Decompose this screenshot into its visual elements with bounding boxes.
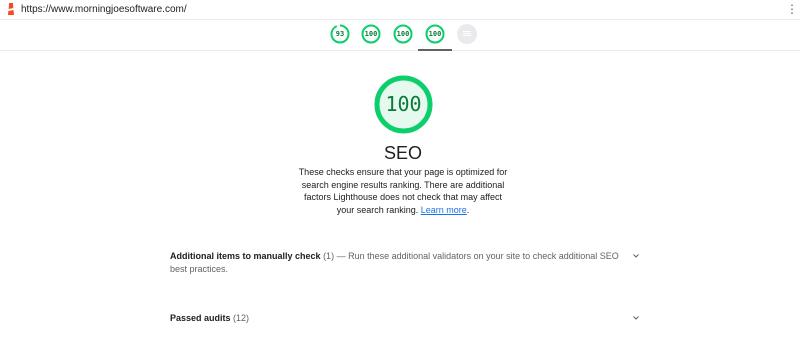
group-header: Additional items to manually check (1) —… [170,250,620,275]
gauge-tab-pwa[interactable] [451,20,483,50]
group-title: Additional items to manually check [170,251,321,261]
gauge-tab-performance[interactable]: 93 [324,20,356,50]
pwa-badge-icon [457,24,477,44]
group-header: Passed audits (12) [170,312,620,325]
performance-gauge: 93 [330,24,350,44]
lighthouse-logo-icon [8,3,14,15]
passed-audits-group[interactable]: Passed audits (12) [170,312,640,325]
gauge-tab-best-practices[interactable]: 100 [387,20,419,50]
gauge-score: 100 [364,30,378,38]
gauge-score: 100 [396,30,410,38]
seo-score-gauge: 100 [373,74,434,135]
chevron-down-icon[interactable] [632,252,640,260]
category-description: These checks ensure that your page is op… [298,166,508,216]
description-period: . [466,204,470,215]
seo-score: 100 [385,92,422,116]
manual-check-group[interactable]: Additional items to manually check (1) —… [170,250,640,275]
best-practices-gauge: 100 [393,24,413,44]
group-count: (12) [233,313,250,323]
page-url: https://www.morningjoesoftware.com/ [21,4,187,15]
accessibility-gauge: 100 [361,24,381,44]
seo-gauge: 100 [425,24,445,44]
description-text: These checks ensure that your page is op… [298,167,508,215]
kebab-menu-icon[interactable]: ⋮ [786,2,798,16]
gauge-tab-seo[interactable]: 100 [418,20,452,51]
category-title: SEO [383,143,422,163]
gauge-score: 100 [428,30,442,38]
chevron-down-icon[interactable] [632,314,640,322]
learn-more-link[interactable]: Learn more [421,205,467,215]
browser-url-bar: https://www.morningjoesoftware.com/ ⋮ [0,0,800,20]
category-gauge-nav: 93 100 100 100 [0,20,800,51]
group-title: Passed audits [170,313,231,323]
gauge-score: 93 [335,30,345,38]
group-count: (1) [323,251,335,261]
gauge-tab-accessibility[interactable]: 100 [355,20,387,50]
